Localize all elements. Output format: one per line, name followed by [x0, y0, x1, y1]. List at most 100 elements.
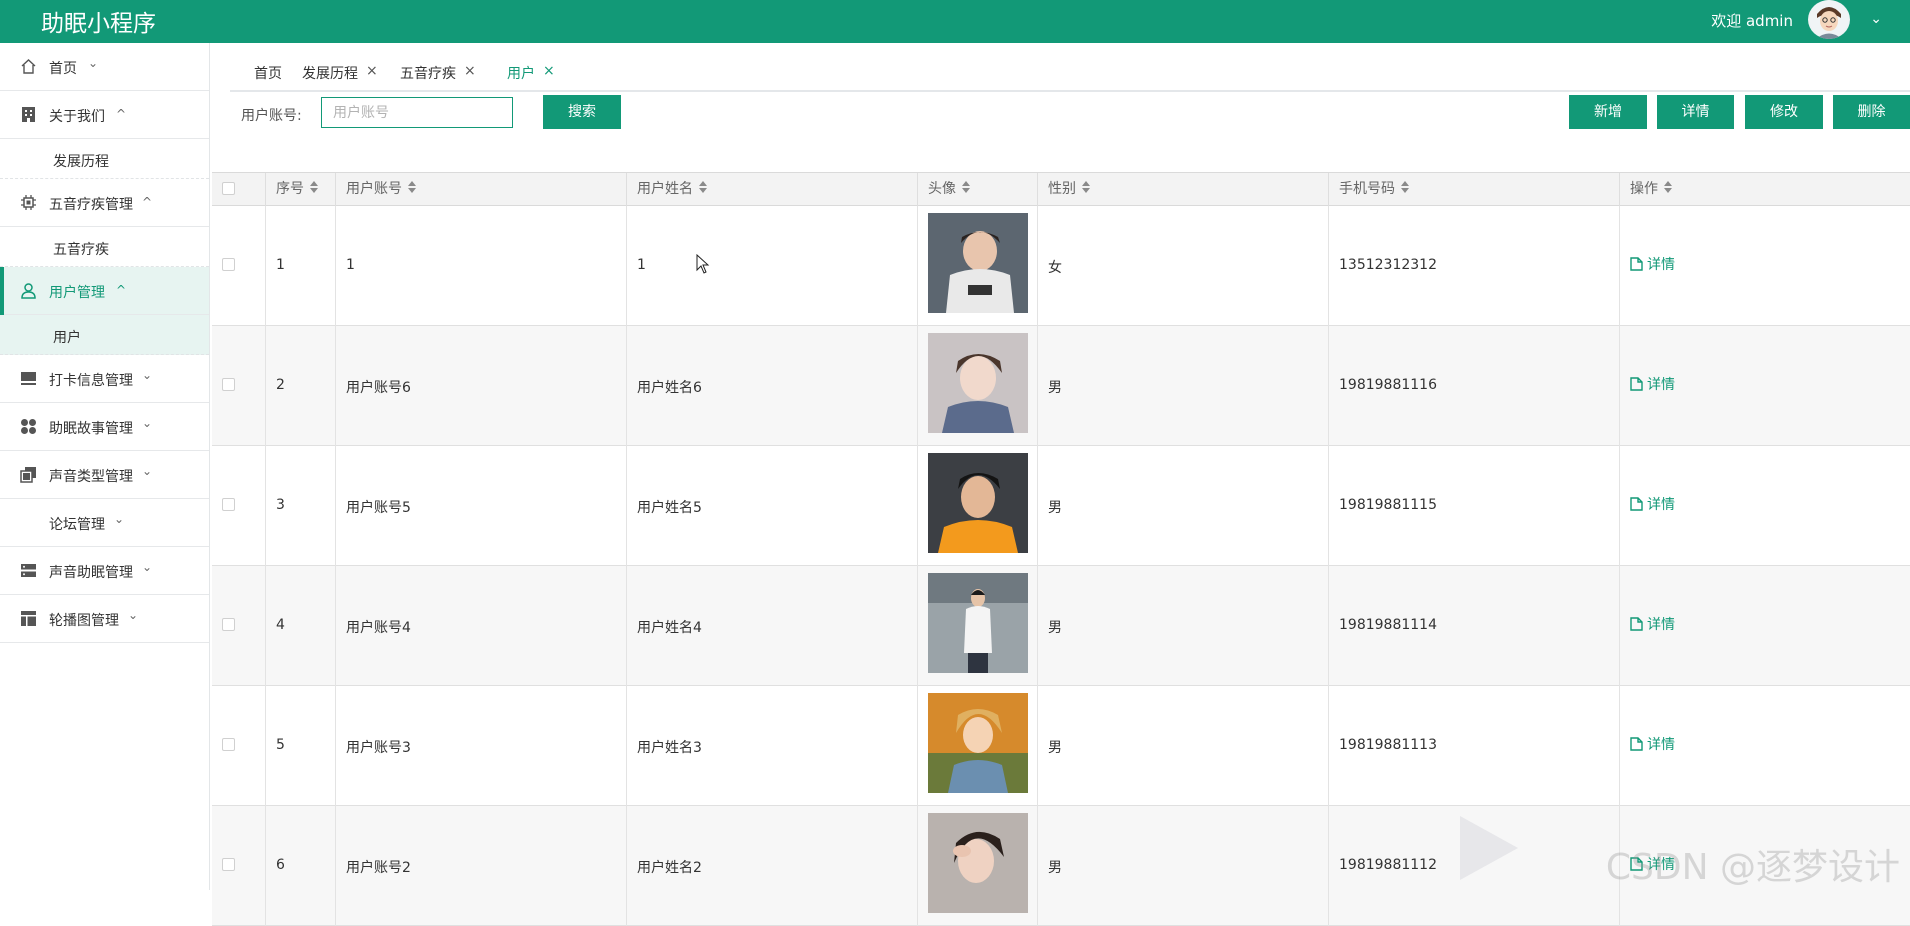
chevron-up-icon: ^: [142, 195, 153, 209]
sidebar-item-label: 首页: [49, 61, 77, 77]
sidebar-item-carousel-management[interactable]: 轮播图管理 ⌄: [0, 595, 209, 643]
sidebar-item-story-management[interactable]: 助眠故事管理 ⌄: [0, 403, 209, 451]
column-header-account[interactable]: 用户账号: [336, 173, 627, 206]
table-row[interactable]: 4 用户账号4 用户姓名4 男 19819881114 详情: [212, 566, 1910, 686]
user-avatar[interactable]: [1808, 0, 1850, 39]
cell-gender: 女: [1048, 260, 1062, 276]
column-header-label: 手机号码: [1339, 181, 1395, 197]
column-header-actions[interactable]: 操作: [1620, 173, 1910, 206]
sidebar-item-sound-sleep-management[interactable]: 声音助眠管理 ⌄: [0, 547, 209, 595]
edit-button[interactable]: 修改: [1745, 95, 1823, 129]
search-input[interactable]: [321, 97, 513, 128]
row-detail-link[interactable]: 详情: [1630, 614, 1675, 634]
sidebar-item-label: 论坛管理: [49, 517, 105, 533]
add-button[interactable]: 新增: [1569, 95, 1647, 129]
cell-account: 1: [346, 257, 355, 273]
table-row[interactable]: 3 用户账号5 用户姓名5 男 19819881115 详情: [212, 446, 1910, 566]
column-header-phone[interactable]: 手机号码: [1329, 173, 1620, 206]
close-icon[interactable]: ×: [366, 63, 378, 79]
column-header-avatar[interactable]: 头像: [918, 173, 1038, 206]
chevron-down-icon: ⌄: [142, 368, 153, 382]
avatar-image: [928, 573, 1028, 673]
row-checkbox[interactable]: [222, 378, 235, 391]
sort-icon[interactable]: [962, 181, 971, 195]
sidebar-item-label: 声音助眠管理: [49, 565, 133, 581]
sort-icon[interactable]: [310, 181, 319, 195]
building-icon: [22, 107, 35, 122]
search-button[interactable]: 搜索: [543, 95, 621, 129]
detail-button[interactable]: 详情: [1657, 95, 1734, 129]
row-detail-link[interactable]: 详情: [1630, 254, 1675, 274]
cell-gender: 男: [1048, 860, 1062, 876]
select-all-checkbox[interactable]: [222, 182, 235, 195]
header-select-all: [212, 173, 266, 206]
table-row[interactable]: 2 用户账号6 用户姓名6 男 19819881116 详情: [212, 326, 1910, 446]
tab-label: 发展历程: [302, 66, 358, 82]
close-icon[interactable]: ×: [464, 63, 476, 79]
sidebar-item-checkin-management[interactable]: 打卡信息管理 ⌄: [0, 355, 209, 403]
cell-phone: 19819881113: [1339, 737, 1437, 753]
document-icon: [1630, 257, 1643, 271]
tab-user[interactable]: 用户 ×: [507, 63, 555, 83]
column-header-no[interactable]: 序号: [266, 173, 336, 206]
tab-home[interactable]: 首页: [254, 63, 282, 83]
sort-icon[interactable]: [699, 181, 708, 195]
sidebar-item-user-management[interactable]: 用户管理 ^: [0, 267, 209, 315]
welcome-text: 欢迎 admin: [1711, 12, 1793, 30]
chevron-down-icon: ⌄: [88, 56, 99, 70]
sidebar-item-five-tone-management[interactable]: 五音疗疾管理 ^: [0, 179, 209, 227]
cell-name: 用户姓名6: [637, 380, 702, 396]
table-row[interactable]: 5 用户账号3 用户姓名3 男 19819881113 详情: [212, 686, 1910, 806]
close-icon[interactable]: ×: [543, 63, 555, 79]
tab-label: 五音疗疾: [400, 66, 456, 82]
tab-history[interactable]: 发展历程 ×: [302, 63, 378, 83]
sidebar-subitem-user[interactable]: 用户: [0, 315, 209, 355]
chevron-down-icon: ⌄: [114, 512, 125, 526]
column-header-label: 操作: [1630, 181, 1658, 197]
top-header: 助眠小程序 欢迎 admin ⌄: [0, 0, 1910, 43]
user-icon: [21, 283, 36, 299]
sidebar-item-home[interactable]: 首页 ⌄: [0, 43, 209, 91]
column-header-name[interactable]: 用户姓名: [627, 173, 918, 206]
row-detail-label: 详情: [1647, 737, 1675, 753]
sidebar-item-forum-management[interactable]: 论坛管理 ⌄: [0, 499, 209, 547]
tab-five-tone[interactable]: 五音疗疾 ×: [400, 63, 476, 83]
column-header-gender[interactable]: 性别: [1038, 173, 1329, 206]
sidebar-subitem-history[interactable]: 发展历程: [0, 139, 209, 179]
sort-icon[interactable]: [408, 181, 417, 195]
sidebar-subitem-five-tone[interactable]: 五音疗疾: [0, 227, 209, 267]
avatar-image: [928, 693, 1028, 793]
sidebar: 首页 ⌄ 关于我们 ^ 发展历程 五音疗疾管理 ^ 五音疗疾 用户管理 ^ 用户…: [0, 43, 210, 890]
row-detail-label: 详情: [1647, 257, 1675, 273]
sort-icon[interactable]: [1401, 181, 1410, 195]
chevron-down-icon: ⌄: [128, 608, 139, 622]
sort-icon[interactable]: [1664, 181, 1673, 195]
sort-icon[interactable]: [1082, 181, 1091, 195]
user-menu-chevron-down-icon[interactable]: ⌄: [1870, 11, 1882, 27]
row-checkbox[interactable]: [222, 258, 235, 271]
table-row[interactable]: 1 1 1 女 13512312312 详情: [212, 206, 1910, 326]
delete-button[interactable]: 删除: [1833, 95, 1910, 129]
layout-icon: [21, 611, 36, 626]
row-detail-link[interactable]: 详情: [1630, 494, 1675, 514]
row-checkbox[interactable]: [222, 618, 235, 631]
row-detail-link[interactable]: 详情: [1630, 734, 1675, 754]
sidebar-subitem-label: 用户: [53, 330, 81, 346]
row-checkbox[interactable]: [222, 498, 235, 511]
cell-no: 4: [276, 617, 285, 633]
avatar-image: [928, 813, 1028, 913]
document-icon: [1630, 497, 1643, 511]
row-checkbox[interactable]: [222, 858, 235, 871]
grid-dots-icon: [21, 419, 36, 434]
cell-account: 用户账号6: [346, 380, 411, 396]
row-checkbox[interactable]: [222, 738, 235, 751]
sidebar-item-label: 助眠故事管理: [49, 421, 133, 437]
chevron-down-icon: ⌄: [142, 560, 153, 574]
sidebar-item-about[interactable]: 关于我们 ^: [0, 91, 209, 139]
sidebar-item-sound-type-management[interactable]: 声音类型管理 ⌄: [0, 451, 209, 499]
cell-name: 用户姓名4: [637, 620, 702, 636]
row-detail-link[interactable]: 详情: [1630, 374, 1675, 394]
mouse-cursor-icon: [696, 254, 710, 274]
cell-name: 用户姓名2: [637, 860, 702, 876]
avatar-image: [928, 213, 1028, 313]
